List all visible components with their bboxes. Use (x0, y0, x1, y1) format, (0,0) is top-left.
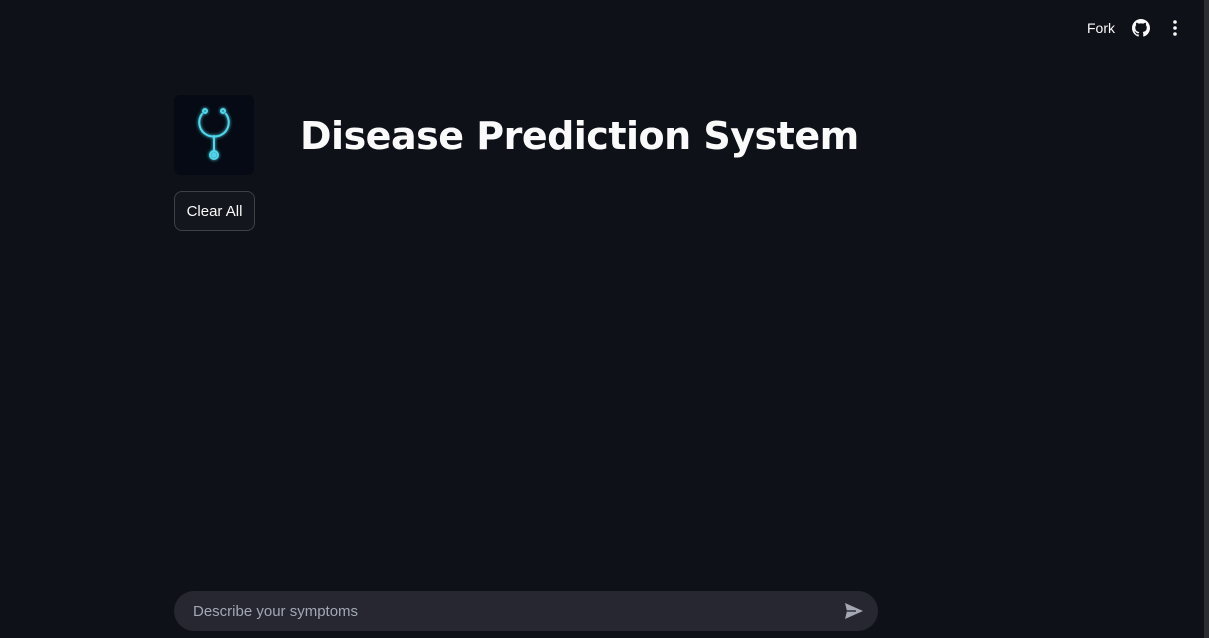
github-icon[interactable] (1131, 18, 1151, 38)
app-logo (174, 95, 254, 175)
symptoms-input[interactable] (191, 601, 840, 621)
send-icon (845, 603, 863, 619)
stethoscope-icon (198, 108, 230, 160)
window-edge (1204, 0, 1209, 638)
header-toolbar: Fork (1085, 14, 1185, 42)
app-root: Fork Disease Prediction System Clear All… (0, 0, 1209, 638)
fork-button[interactable]: Fork (1085, 20, 1117, 36)
page-title: Disease Prediction System (300, 114, 859, 158)
more-vertical-icon[interactable] (1165, 18, 1185, 38)
clear-all-button[interactable]: Clear All (174, 191, 255, 231)
send-button[interactable] (840, 597, 868, 625)
chat-input-container (174, 591, 878, 631)
